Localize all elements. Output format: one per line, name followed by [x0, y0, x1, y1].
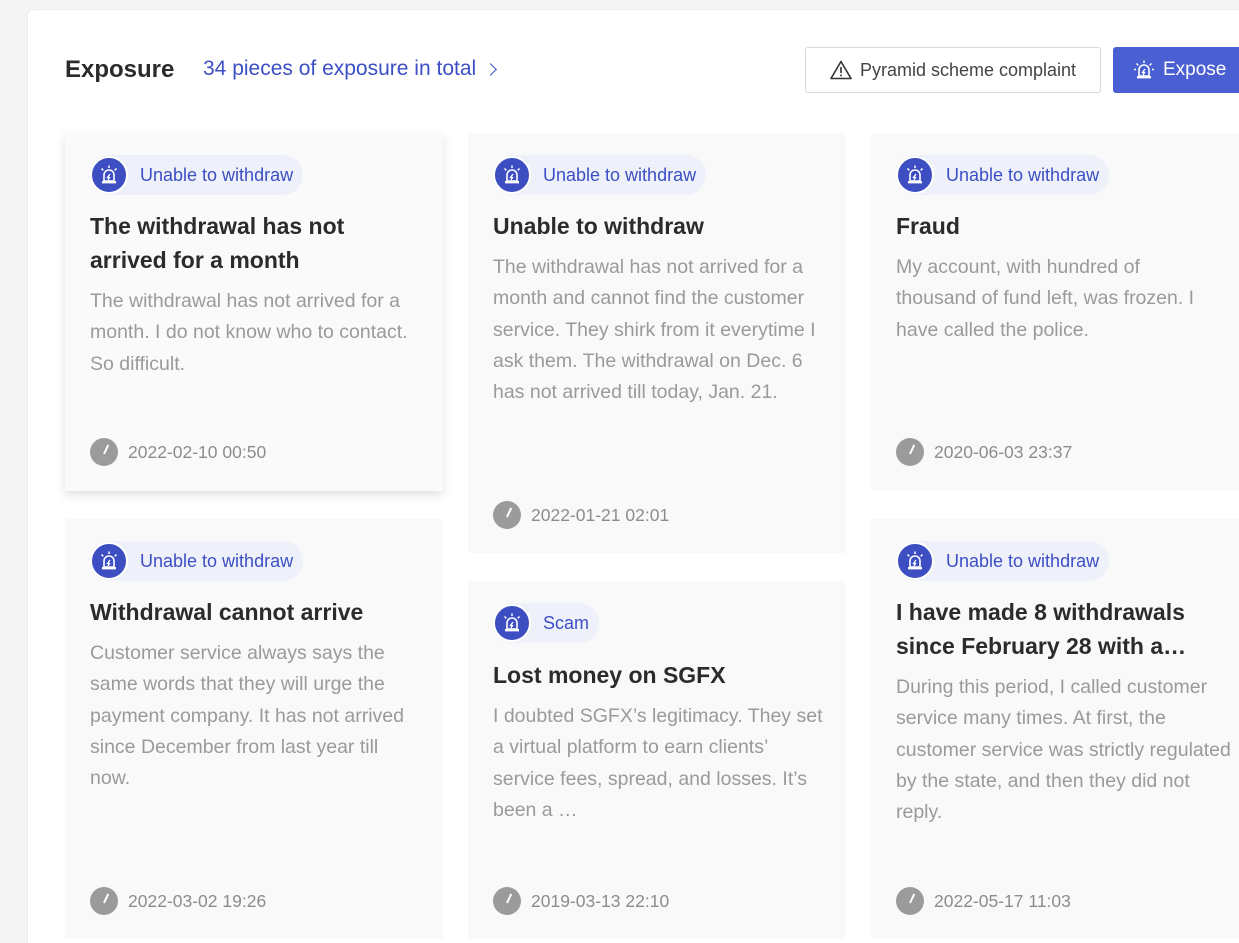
- category-label: Unable to withdraw: [140, 164, 294, 185]
- pyramid-complaint-button[interactable]: Pyramid scheme complaint: [805, 47, 1101, 93]
- category-tag: Unable to withdraw: [896, 541, 1110, 581]
- category-tag: Unable to withdraw: [90, 155, 304, 195]
- exposure-card[interactable]: Scam Lost money on SGFX I doubted SGFX’s…: [468, 581, 846, 939]
- exposure-card[interactable]: Unable to withdraw Withdrawal cannot arr…: [65, 519, 443, 939]
- card-timestamp: 2022-02-10 00:50: [90, 438, 266, 466]
- exposure-card[interactable]: Unable to withdraw Unable to withdraw Th…: [468, 133, 846, 553]
- category-tag: Unable to withdraw: [493, 155, 707, 195]
- card-date: 2020-06-03 23:37: [934, 441, 1073, 462]
- category-label: Unable to withdraw: [946, 164, 1100, 185]
- card-title: Withdrawal cannot arrive: [90, 599, 364, 625]
- alarm-icon: [1134, 60, 1154, 79]
- alarm-icon: [493, 604, 531, 642]
- alarm-icon: [493, 156, 531, 194]
- exposure-card[interactable]: Unable to withdraw Fraud My account, wit…: [871, 133, 1239, 491]
- card-body: Customer service always says the same wo…: [90, 642, 404, 790]
- category-label: Unable to withdraw: [946, 550, 1100, 571]
- card-body: I doubted SGFX’s legitimacy. They set a …: [493, 705, 823, 821]
- chevron-right-icon: [484, 63, 498, 76]
- clock-icon: [896, 438, 924, 466]
- card-timestamp: 2022-03-02 19:26: [90, 887, 266, 915]
- category-label: Unable to withdraw: [140, 550, 294, 571]
- card-body: My account, with hundred of thousand of …: [896, 256, 1195, 341]
- total-exposure-label: 34 pieces of exposure in total: [203, 57, 477, 80]
- clock-icon: [493, 887, 521, 915]
- category-tag: Scam: [493, 603, 600, 643]
- card-date: 2022-05-17 11:03: [934, 890, 1071, 911]
- card-title: Unable to withdraw: [493, 213, 704, 239]
- alarm-icon: [90, 156, 128, 194]
- card-body: The withdrawal has not arrived for a mon…: [493, 256, 816, 404]
- card-title: Fraud: [896, 213, 960, 239]
- expose-button[interactable]: Expose: [1113, 47, 1239, 93]
- clock-icon: [90, 887, 118, 915]
- alarm-icon: [896, 542, 934, 580]
- card-title: The withdrawal has not arrived for a mon…: [90, 213, 345, 273]
- category-tag: Unable to withdraw: [896, 155, 1110, 195]
- card-title: Lost money on SGFX: [493, 662, 726, 688]
- category-label: Scam: [543, 612, 590, 633]
- card-body: The withdrawal has not arrived for a mon…: [90, 290, 408, 375]
- clock-icon: [896, 887, 924, 915]
- clock-icon: [90, 438, 118, 466]
- card-timestamp: 2022-01-21 02:01: [493, 501, 669, 529]
- page-title: Exposure: [65, 56, 175, 83]
- alarm-icon: [90, 542, 128, 580]
- category-label: Unable to withdraw: [543, 164, 697, 185]
- card-date: 2022-03-02 19:26: [128, 890, 267, 911]
- card-body: During this period, I called customer se…: [896, 676, 1231, 824]
- card-date: 2022-01-21 02:01: [531, 504, 670, 525]
- exposure-card[interactable]: Unable to withdraw I have made 8 withdra…: [871, 519, 1239, 939]
- card-title: I have made 8 withdrawals since February…: [896, 599, 1187, 659]
- pyramid-complaint-label: Pyramid scheme complaint: [859, 59, 1077, 80]
- category-tag: Unable to withdraw: [90, 541, 304, 581]
- warning-icon: [830, 60, 852, 80]
- clock-icon: [493, 501, 521, 529]
- card-timestamp: 2019-03-13 22:10: [493, 887, 669, 915]
- total-exposure-link[interactable]: 34 pieces of exposure in total: [203, 57, 498, 81]
- alarm-icon: [896, 156, 934, 194]
- card-date: 2022-02-10 00:50: [128, 441, 267, 462]
- card-timestamp: 2020-06-03 23:37: [896, 438, 1072, 466]
- card-timestamp: 2022-05-17 11:03: [896, 887, 1071, 915]
- expose-label: Expose: [1163, 59, 1227, 80]
- exposure-card[interactable]: Unable to withdraw The withdrawal has no…: [65, 133, 443, 491]
- card-date: 2019-03-13 22:10: [531, 890, 670, 911]
